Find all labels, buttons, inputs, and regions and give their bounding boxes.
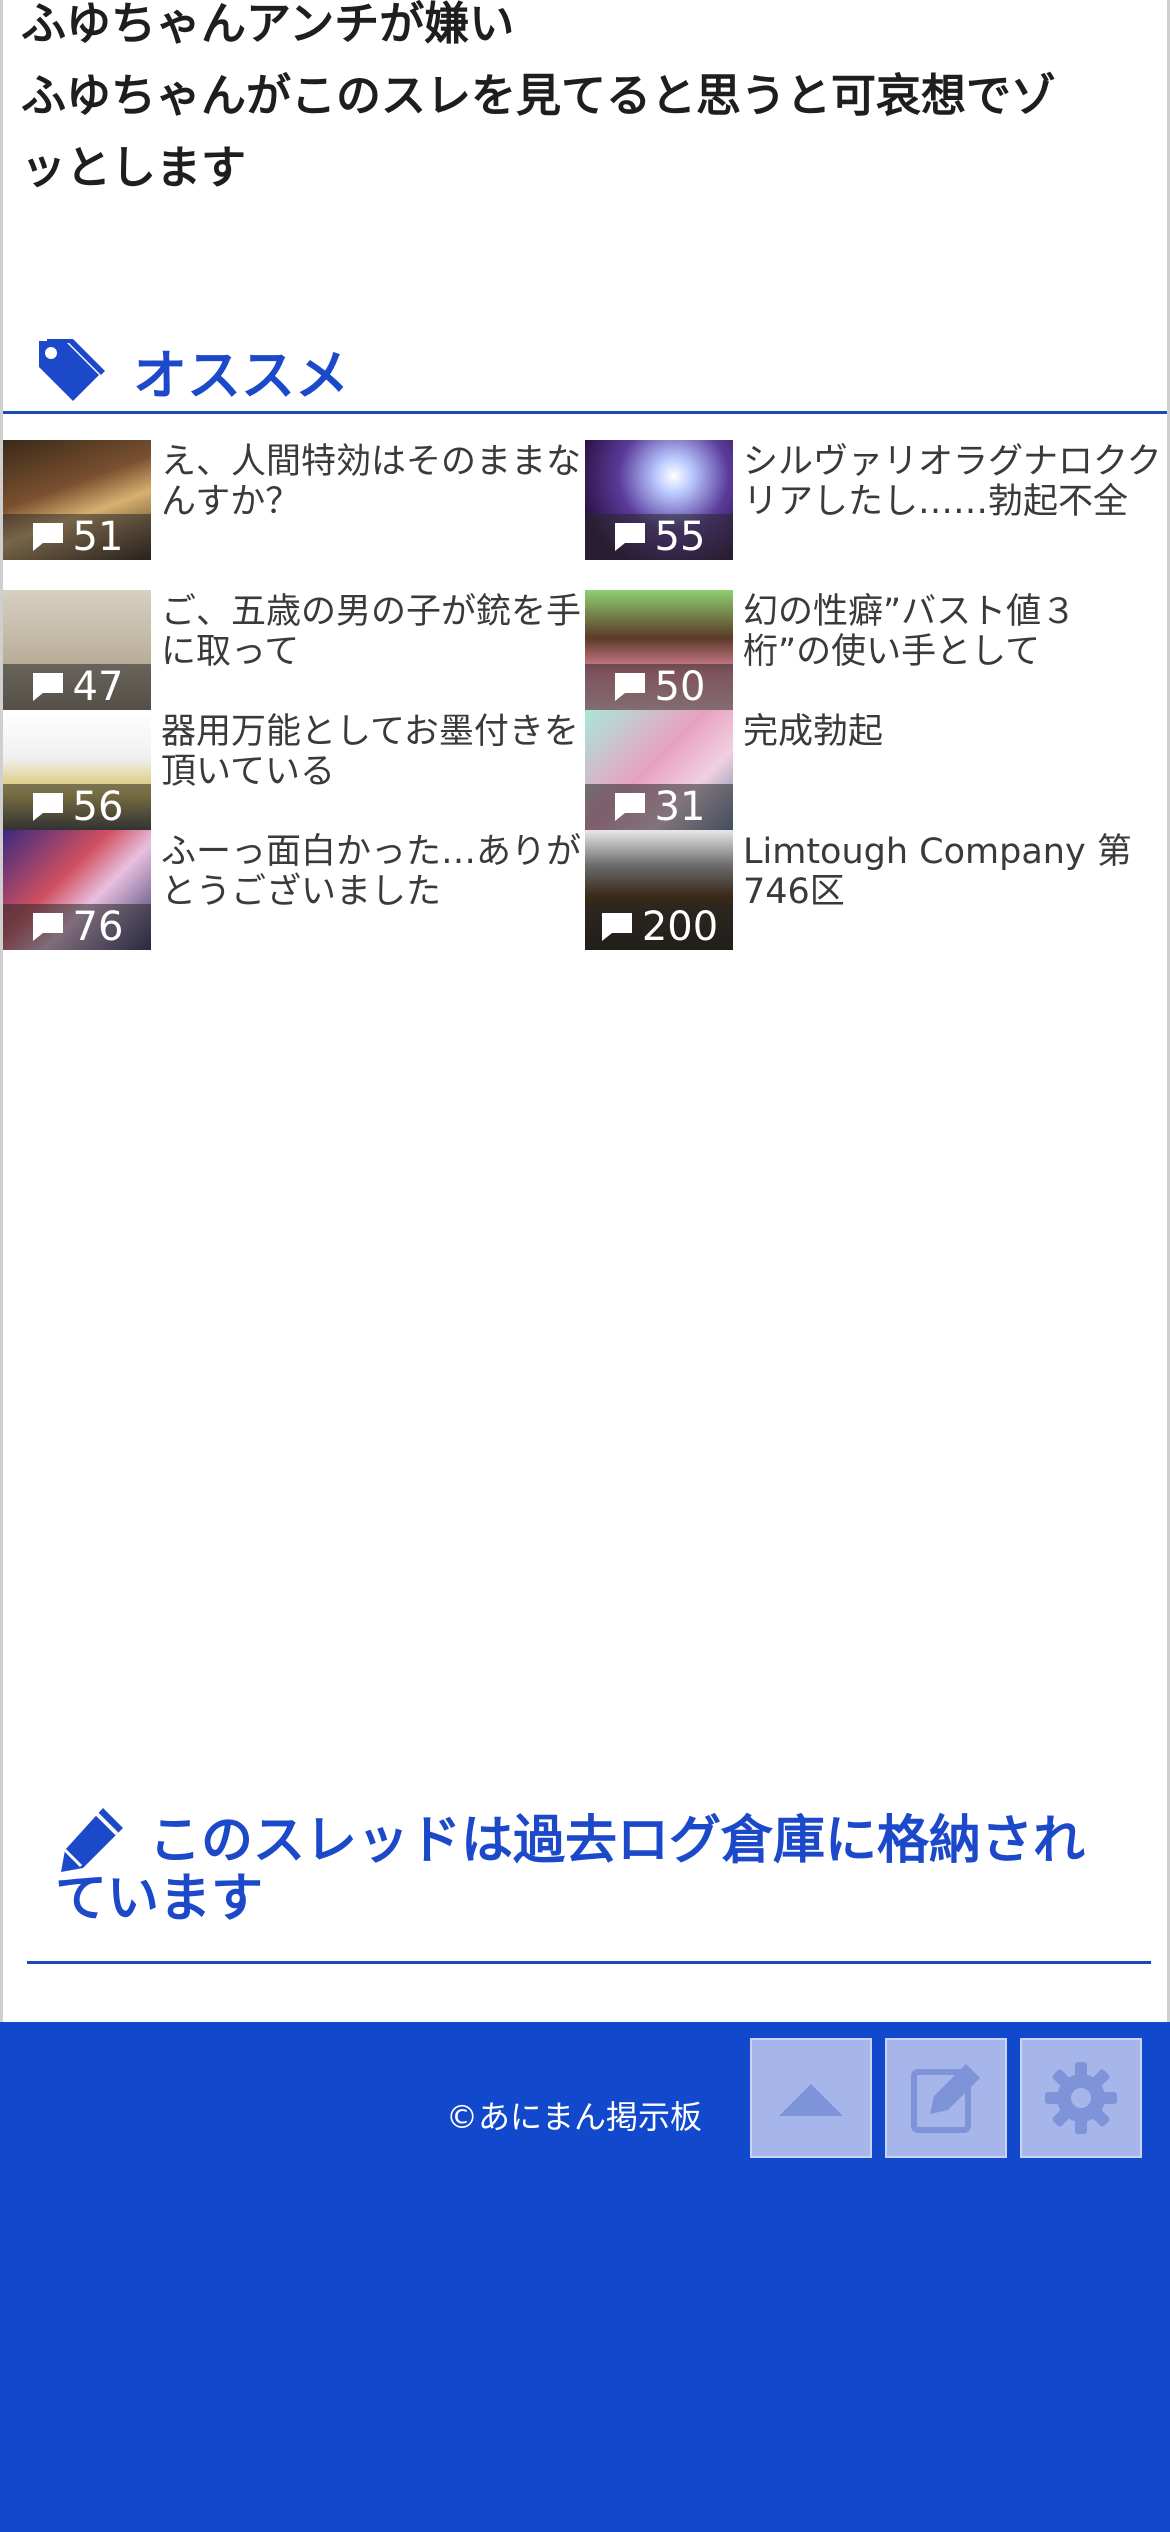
comment-count-badge: 51 <box>3 514 151 560</box>
thumbnail: 55 <box>585 440 733 560</box>
archive-message: このスレッドは過去ログ倉庫に格納されています <box>55 1811 1086 1929</box>
comment-icon <box>32 793 63 821</box>
comment-count-badge: 50 <box>585 664 733 710</box>
settings-button[interactable] <box>1020 2038 1142 2158</box>
comment-icon <box>614 673 645 701</box>
recommend-item-title[interactable]: Limtough Company 第746区 <box>743 832 1163 912</box>
recommend-item[interactable]: 55 シルヴァリオラグナロククリアしたし……勃起不全 <box>585 440 1165 560</box>
comment-count: 50 <box>654 664 706 710</box>
page-content: ふゆちゃんアンチが嫌い ふゆちゃんがこのスレを見てると思うと可哀想でゾ ッとしま… <box>0 0 1170 2022</box>
comment-count-badge: 200 <box>585 904 733 950</box>
comment-count-badge: 47 <box>3 664 151 710</box>
recommend-item[interactable]: 31 完成勃起 <box>585 710 1165 830</box>
post-line: ッとします <box>21 141 247 194</box>
post-body: ふゆちゃんアンチが嫌い ふゆちゃんがこのスレを見てると思うと可哀想でゾ ッとしま… <box>21 0 1161 204</box>
thumbnail: 47 <box>3 590 151 710</box>
comment-count: 76 <box>72 904 124 950</box>
thumbnail: 56 <box>3 710 151 830</box>
thumbnail: 76 <box>3 830 151 950</box>
comment-icon <box>614 523 645 551</box>
edit-icon <box>911 2064 980 2133</box>
recommend-item[interactable]: 47 ご、五歳の男の子が銃を手に取って <box>3 590 583 710</box>
comment-count-badge: 31 <box>585 784 733 830</box>
comment-icon <box>601 913 632 941</box>
thumbnail: 51 <box>3 440 151 560</box>
recommend-item[interactable]: 51 え、人間特効はそのままなんすか？ <box>3 440 583 560</box>
footer: ©あにまん掲示板 <box>0 2022 1170 2532</box>
recommend-item[interactable]: 50 幻の性癖”バスト値３桁”の使い手として <box>585 590 1165 710</box>
recommend-item-title[interactable]: え、人間特効はそのままなんすか？ <box>161 442 581 522</box>
post-line: ふゆちゃんアンチが嫌い <box>21 0 515 50</box>
post-line: ふゆちゃんがこのスレを見てると思うと可哀想でゾ <box>21 69 1057 122</box>
recommend-item[interactable]: 200 Limtough Company 第746区 <box>585 830 1165 950</box>
recommend-item[interactable]: 56 器用万能としてお墨付きを頂いている <box>3 710 583 830</box>
comment-icon <box>32 673 63 701</box>
scroll-top-button[interactable] <box>750 2038 872 2158</box>
recommend-item-title[interactable]: 幻の性癖”バスト値３桁”の使い手として <box>743 592 1163 672</box>
thumbnail: 50 <box>585 590 733 710</box>
recommend-item-title[interactable]: ふーっ面白かった…ありがとうございました <box>161 832 581 912</box>
recommend-item-title[interactable]: ご、五歳の男の子が銃を手に取って <box>161 592 581 672</box>
thumbnail: 31 <box>585 710 733 830</box>
comment-count: 56 <box>72 784 124 830</box>
copyright: ©あにまん掲示板 <box>446 2098 703 2136</box>
comment-icon <box>614 793 645 821</box>
comment-count-badge: 55 <box>585 514 733 560</box>
recommend-item-title[interactable]: シルヴァリオラグナロククリアしたし……勃起不全 <box>743 442 1163 522</box>
comment-count: 51 <box>72 514 124 560</box>
thumbnail: 200 <box>585 830 733 950</box>
recommend-item[interactable]: 76 ふーっ面白かった…ありがとうございました <box>3 830 583 950</box>
recommend-item-title[interactable]: 器用万能としてお墨付きを頂いている <box>161 712 581 792</box>
comment-icon <box>32 523 63 551</box>
comment-icon <box>32 913 63 941</box>
triangle-up-icon <box>779 2084 843 2116</box>
comment-count-badge: 76 <box>3 904 151 950</box>
write-post-button[interactable] <box>885 2038 1007 2158</box>
comment-count: 200 <box>641 904 719 950</box>
comment-count: 31 <box>654 784 706 830</box>
comment-count: 47 <box>72 664 124 710</box>
archive-notice: このスレッドは過去ログ倉庫に格納されています <box>27 1792 1151 1964</box>
recommend-item-title[interactable]: 完成勃起 <box>743 712 1163 752</box>
comment-count: 55 <box>654 514 706 560</box>
recommend-list: 51 え、人間特効はそのままなんすか？ 55 シルヴァリオラグナロククリアしたし… <box>3 440 1167 960</box>
recommend-header: オススメ <box>3 330 1167 414</box>
tag-icon <box>39 338 105 401</box>
gear-icon <box>1045 2062 1117 2134</box>
comment-count-badge: 56 <box>3 784 151 830</box>
recommend-title: オススメ <box>133 344 349 407</box>
